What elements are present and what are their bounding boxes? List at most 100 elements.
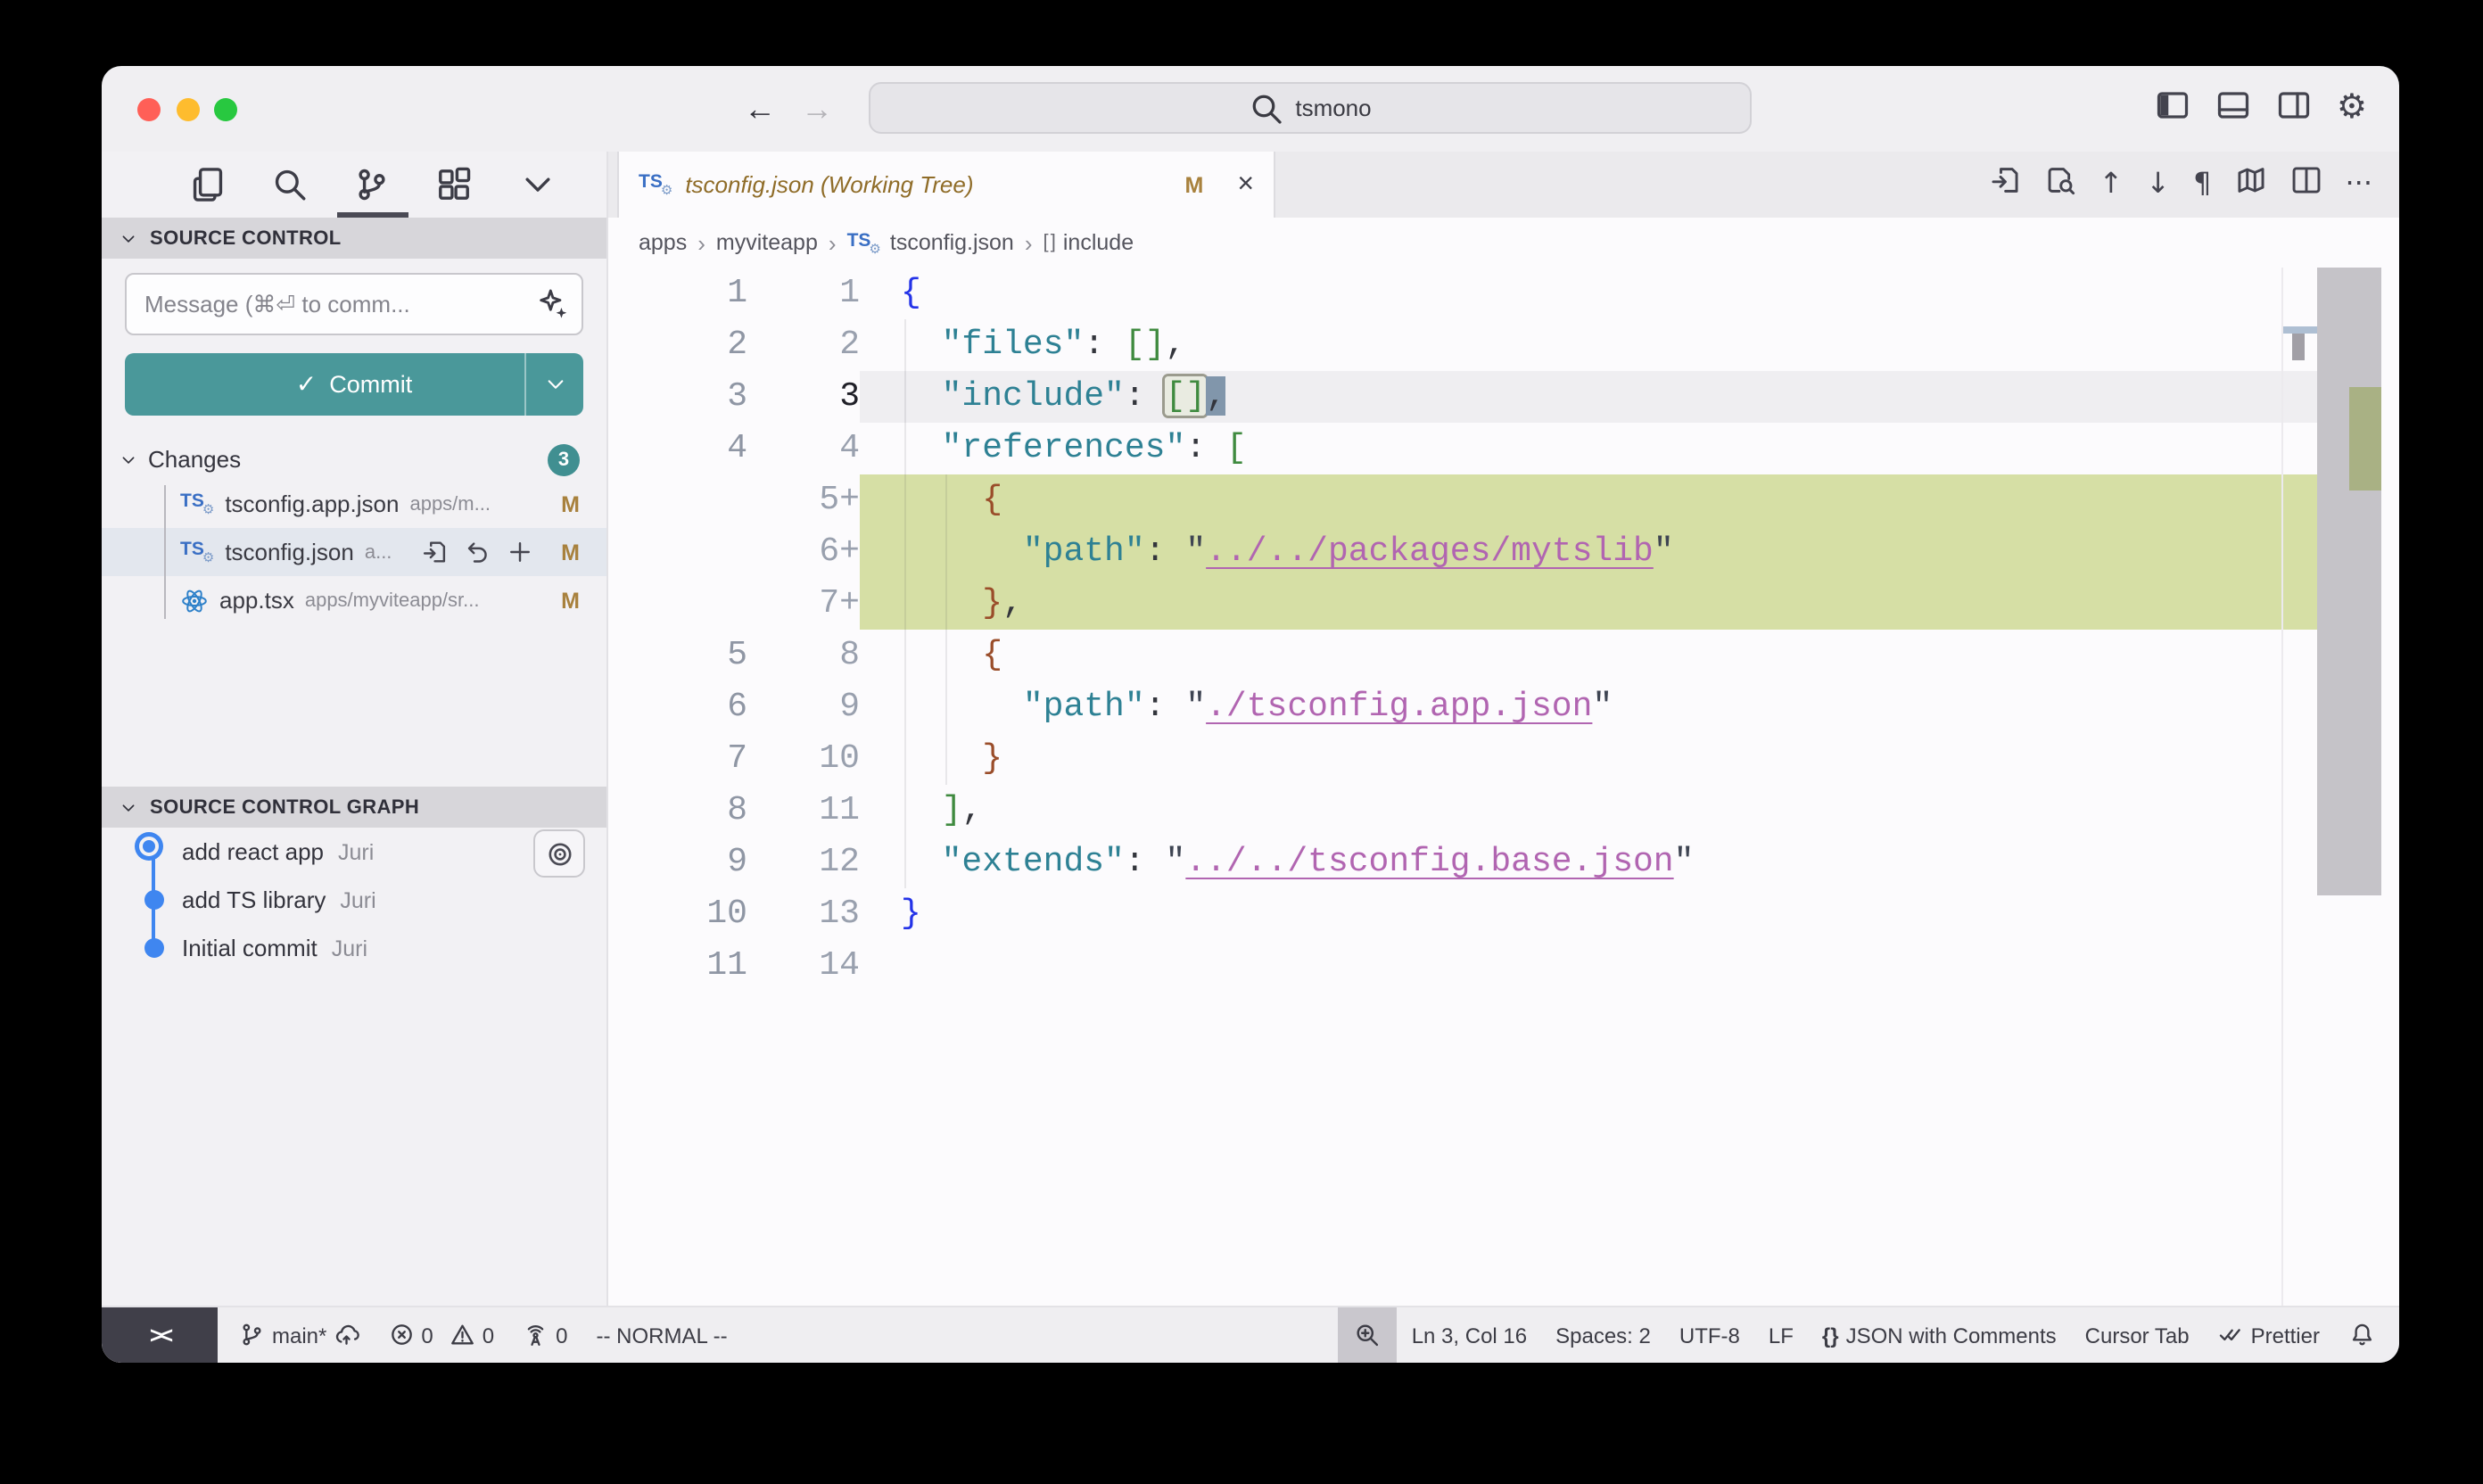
editor-action-split-editor[interactable] (2289, 164, 2322, 205)
file-path: apps/myviteapp/sr... (305, 589, 480, 611)
path-link[interactable]: ../../packages/mytslib (1206, 532, 1654, 571)
discard-icon[interactable] (463, 539, 490, 565)
eol[interactable]: LF (1754, 1307, 1808, 1363)
head-commit-dot (138, 837, 158, 856)
editor-action-file-search[interactable] (2043, 164, 2075, 205)
formatter-status[interactable]: Prettier (2204, 1307, 2334, 1363)
code-token: " (1674, 842, 1695, 881)
generate-commit-message-icon[interactable] (537, 287, 569, 319)
commit-message-input[interactable] (125, 273, 583, 335)
vim-mode[interactable]: -- NORMAL -- (582, 1307, 742, 1363)
line-content: "files": [], (860, 319, 2283, 371)
commit-dropdown-button[interactable] (524, 353, 583, 416)
changes-section-header[interactable]: Changes 3 (102, 439, 606, 480)
gutter-original-line-number: 4 (608, 423, 747, 474)
vscode-window: ← → tsmono ⚙ SOURCE CONTROL (102, 66, 2399, 1363)
code-token: } (982, 738, 1002, 778)
added-lines-overview (2283, 474, 2316, 630)
zoom-indicator[interactable] (1339, 1307, 1398, 1363)
tab-tsconfig-working-tree[interactable]: TS⚙ tsconfig.json (Working Tree) M × (617, 152, 1275, 218)
editor-action-map[interactable] (2234, 164, 2266, 205)
modified-badge: M (561, 540, 580, 565)
more-icon: ··· (2345, 169, 2372, 197)
git-branch-icon (239, 1323, 265, 1348)
change-row-tsconfig.app.json[interactable]: TS⚙tsconfig.app.jsonapps/m...M (102, 480, 606, 528)
forward-icon[interactable]: → (801, 90, 833, 128)
indent-guide (945, 474, 947, 785)
encoding[interactable]: UTF-8 (1665, 1307, 1754, 1363)
open-changes-icon[interactable] (420, 539, 447, 565)
code-line: 11{ (608, 268, 2283, 319)
goto-head-button[interactable] (533, 829, 585, 878)
code-line: 22 "files": [], (608, 319, 2283, 371)
breadcrumb-item-tsconfig.json[interactable]: TS⚙tsconfig.json (847, 229, 1014, 256)
code-line: 811 ], (608, 785, 2283, 837)
notifications[interactable] (2334, 1307, 2399, 1363)
change-row-app.tsx[interactable]: app.tsxapps/myviteapp/sr...M (102, 576, 606, 624)
cursor-position[interactable]: Ln 3, Col 16 (1398, 1307, 1541, 1363)
code-token (1206, 428, 1226, 467)
commit-row[interactable]: Initial commitJuri (102, 924, 606, 972)
close-window-button[interactable] (137, 98, 161, 121)
close-tab-icon[interactable]: × (1237, 169, 1254, 201)
editor-action-arrow-up[interactable]: ↑ (2099, 169, 2123, 201)
typescript-file-icon: TS⚙ (847, 229, 881, 256)
indentation[interactable]: Spaces: 2 (1541, 1307, 1665, 1363)
stage-plus-icon[interactable] (506, 539, 532, 565)
minimize-window-button[interactable] (176, 98, 199, 121)
code-token (901, 532, 1023, 571)
editor-actions: ↑ ↓ ¶ ··· (1988, 152, 2399, 218)
code-token: "path" (1023, 532, 1145, 571)
commit-button[interactable]: ✓ Commit (125, 353, 583, 416)
file-path: a... (365, 541, 392, 563)
command-center-search[interactable]: tsmono (869, 82, 1752, 134)
branch-status[interactable]: main* (218, 1307, 374, 1363)
source-control-header[interactable]: SOURCE CONTROL (102, 218, 606, 259)
ports-status[interactable]: 0 (508, 1307, 582, 1363)
gear-button[interactable]: ⚙ (2337, 91, 2367, 127)
remote-indicator[interactable]: >< (102, 1307, 218, 1363)
change-row-tsconfig.json[interactable]: TS⚙tsconfig.jsona...M (102, 528, 606, 576)
editor-action-more[interactable]: ··· (2345, 169, 2372, 201)
line-content: } (860, 888, 2283, 940)
code-token: : (1084, 325, 1104, 364)
activity-chevron-down[interactable] (514, 160, 560, 210)
scrollbar-track[interactable] (2316, 268, 2381, 1306)
editor-overview-strip (2281, 268, 2316, 1306)
breadcrumb-item-myviteapp[interactable]: myviteapp (716, 230, 818, 255)
problems-status[interactable]: 0 0 (374, 1307, 508, 1363)
activity-files[interactable] (184, 160, 230, 210)
code-token: "include" (942, 376, 1125, 416)
changes-list: TS⚙tsconfig.app.jsonapps/m...MTS⚙tsconfi… (102, 480, 606, 624)
scrollbar-thumb[interactable] (2316, 268, 2381, 895)
activity-extensions[interactable] (432, 160, 478, 210)
editor-action-arrow-down[interactable]: ↓ (2146, 169, 2170, 201)
breadcrumb-separator: › (829, 229, 837, 256)
commit-row[interactable]: add react appJuri (102, 828, 606, 876)
zoom-window-button[interactable] (214, 98, 237, 121)
source-control-graph-header[interactable]: SOURCE CONTROL GRAPH (102, 787, 606, 828)
path-link[interactable]: ../../tsconfig.base.json (1185, 842, 1673, 881)
layout-panel-button[interactable] (2215, 87, 2251, 131)
file-name: tsconfig.json (225, 539, 354, 565)
gear-icon: ⚙ (2337, 91, 2367, 125)
chevron-down-icon (518, 166, 556, 203)
spaces-label: Spaces: 2 (1555, 1323, 1651, 1348)
path-link[interactable]: ./tsconfig.app.json (1206, 687, 1592, 726)
editor-action-open-changes[interactable] (1988, 164, 2020, 205)
search-icon (271, 166, 309, 203)
code-token: , (1166, 325, 1186, 364)
breadcrumb-item-include[interactable]: [ ]include (1044, 230, 1134, 255)
editor-action-pilcrow[interactable]: ¶ (2193, 169, 2211, 201)
gutter-modified-line-number: 12 (747, 837, 860, 888)
commit-row[interactable]: add TS libraryJuri (102, 876, 606, 924)
language-mode[interactable]: {} JSON with Comments (1808, 1307, 2071, 1363)
breadcrumb-item-apps[interactable]: apps (639, 230, 687, 255)
layout-sidebar-right-button[interactable] (2276, 87, 2312, 131)
back-icon[interactable]: ← (744, 90, 776, 128)
activity-search[interactable] (267, 160, 313, 210)
diff-editor[interactable]: 11{22 "files": [],33 "include": [],44 "r… (608, 268, 2399, 1306)
activity-source-control[interactable] (349, 160, 395, 210)
layout-sidebar-left-button[interactable] (2155, 87, 2190, 131)
cursor-tab[interactable]: Cursor Tab (2071, 1307, 2204, 1363)
